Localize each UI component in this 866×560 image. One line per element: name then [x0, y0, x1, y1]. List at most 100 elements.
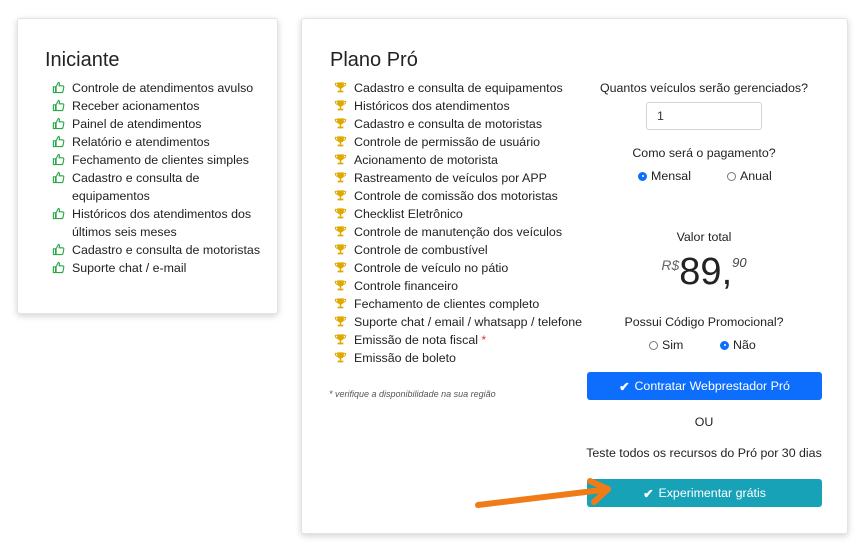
feature-item: Históricos dos atendimentos: [334, 97, 584, 115]
trophy-icon: [334, 190, 347, 201]
trial-text: Teste todos os recursos do Pró por 30 di…: [586, 446, 822, 460]
feature-label: Suporte chat / email / whatsapp / telefo…: [354, 315, 582, 329]
vehicles-input[interactable]: [646, 102, 762, 130]
trophy-icon: [334, 208, 347, 219]
plan-title-pro: Plano Pró: [330, 49, 418, 71]
feature-label: Cadastro e consulta de equipamentos: [354, 81, 563, 95]
feature-label: Acionamento de motorista: [354, 153, 498, 167]
price-currency: R$: [661, 257, 680, 273]
feature-item: Controle de atendimentos avulso: [52, 79, 267, 97]
trophy-icon: [334, 352, 347, 363]
price-cents: 90: [732, 255, 747, 270]
price-integer: 89,: [679, 251, 733, 293]
or-separator: OU: [694, 415, 714, 429]
feature-item: Cadastro e consulta de motoristas: [334, 115, 584, 133]
trophy-icon: [334, 316, 347, 327]
thumbs-up-icon: [52, 243, 65, 256]
trial-button-label: Experimentar grátis: [658, 486, 766, 500]
feature-item: Controle de manutenção dos veículos: [334, 223, 584, 241]
feature-label: Rastreamento de veículos por APP: [354, 171, 547, 185]
thumbs-up-icon: [52, 171, 65, 184]
feature-item: Emissão de boleto: [334, 349, 584, 367]
feature-item: Controle de combustível: [334, 241, 584, 259]
check-icon: ✔: [619, 379, 630, 394]
trophy-icon: [334, 118, 347, 129]
contract-button-label: Contratar Webprestador Pró: [634, 379, 790, 393]
trophy-icon: [334, 334, 347, 345]
feature-label: Controle de comissão dos motoristas: [354, 189, 558, 203]
trophy-icon: [334, 244, 347, 255]
plan-card-pro: Plano Pró Cadastro e consulta de equipam…: [301, 18, 848, 534]
feature-label: Emissão de nota fiscal: [354, 333, 478, 347]
feature-item: Receber acionamentos: [52, 97, 267, 115]
contract-button[interactable]: ✔ Contratar Webprestador Pró: [587, 372, 822, 400]
vehicles-label: Quantos veículos serão gerenciados?: [599, 81, 808, 95]
trophy-icon: [334, 298, 347, 309]
trophy-icon: [334, 154, 347, 165]
promo-option-sim[interactable]: Sim: [649, 338, 683, 352]
feature-label: Receber acionamentos: [72, 99, 200, 113]
feature-list-iniciante: Controle de atendimentos avulso Receber a…: [52, 79, 267, 277]
feature-label: Checklist Eletrônico: [354, 207, 463, 221]
feature-item: Cadastro e consulta de equipamentos: [334, 79, 584, 97]
promo-label: Possui Código Promocional?: [624, 315, 784, 329]
radio-nao[interactable]: [720, 340, 729, 350]
feature-item: Suporte chat / email / whatsapp / telefo…: [334, 313, 584, 331]
promo-option-nao[interactable]: Não: [720, 338, 756, 352]
trophy-icon: [334, 136, 347, 147]
plan-card-iniciante: Iniciante Controle de atendimentos avuls…: [17, 18, 278, 314]
feature-label: Relatório e atendimentos: [72, 135, 210, 149]
thumbs-up-icon: [52, 117, 65, 130]
payment-option-label: Mensal: [651, 169, 691, 183]
feature-label: Controle de atendimentos avulso: [72, 81, 254, 95]
trophy-icon: [334, 226, 347, 237]
trophy-icon: [334, 262, 347, 273]
radio-mensal[interactable]: [638, 171, 647, 181]
feature-item: Controle de permissão de usuário: [334, 133, 584, 151]
arrow-icon: [475, 478, 611, 508]
feature-label: Emissão de boleto: [354, 351, 456, 365]
availability-footnote: * verifique a disponibilidade na sua reg…: [329, 389, 496, 399]
payment-option-anual[interactable]: Anual: [727, 169, 772, 183]
feature-item: Acionamento de motorista: [334, 151, 584, 169]
thumbs-up-icon: [52, 261, 65, 274]
feature-item: Checklist Eletrônico: [334, 205, 584, 223]
feature-item: Relatório e atendimentos: [52, 133, 267, 151]
plan-title-iniciante: Iniciante: [45, 49, 120, 71]
thumbs-up-icon: [52, 99, 65, 112]
radio-sim[interactable]: [649, 340, 658, 350]
feature-label: Controle de combustível: [354, 243, 488, 257]
trophy-icon: [334, 280, 347, 291]
feature-item: Emissão de nota fiscal *: [334, 331, 584, 349]
check-icon: ✔: [643, 486, 654, 501]
feature-label: Fechamento de clientes simples: [72, 153, 249, 167]
feature-label: Cadastro e consulta de motoristas: [354, 117, 543, 131]
feature-item: Cadastro e consulta de motoristas: [52, 241, 267, 259]
thumbs-up-icon: [52, 135, 65, 148]
feature-item: Controle de veículo no pátio: [334, 259, 584, 277]
feature-label: Controle de veículo no pátio: [354, 261, 509, 275]
payment-label: Como será o pagamento?: [632, 146, 776, 160]
feature-item: Suporte chat / e-mail: [52, 259, 267, 277]
feature-label: Controle de permissão de usuário: [354, 135, 540, 149]
trophy-icon: [334, 100, 347, 111]
radio-anual[interactable]: [727, 171, 736, 181]
payment-option-mensal[interactable]: Mensal: [638, 169, 691, 183]
total-label: Valor total: [676, 230, 732, 244]
thumbs-up-icon: [52, 153, 65, 166]
feature-label: Cadastro e consulta de motoristas: [72, 243, 261, 257]
feature-item: Controle de comissão dos motoristas: [334, 187, 584, 205]
feature-item: Fechamento de clientes simples: [52, 151, 267, 169]
total-price: R$89,90: [586, 251, 822, 294]
feature-label: Painel de atendimentos: [72, 117, 202, 131]
feature-item: Cadastro e consulta de equipamentos: [52, 169, 267, 205]
trophy-icon: [334, 172, 347, 183]
thumbs-up-icon: [52, 207, 65, 220]
thumbs-up-icon: [52, 81, 65, 94]
required-mark: *: [481, 333, 487, 347]
feature-item: Painel de atendimentos: [52, 115, 267, 133]
feature-item: Rastreamento de veículos por APP: [334, 169, 584, 187]
feature-item: Fechamento de clientes completo: [334, 295, 584, 313]
payment-option-label: Anual: [740, 169, 772, 183]
feature-label: Controle de manutenção dos veículos: [354, 225, 563, 239]
